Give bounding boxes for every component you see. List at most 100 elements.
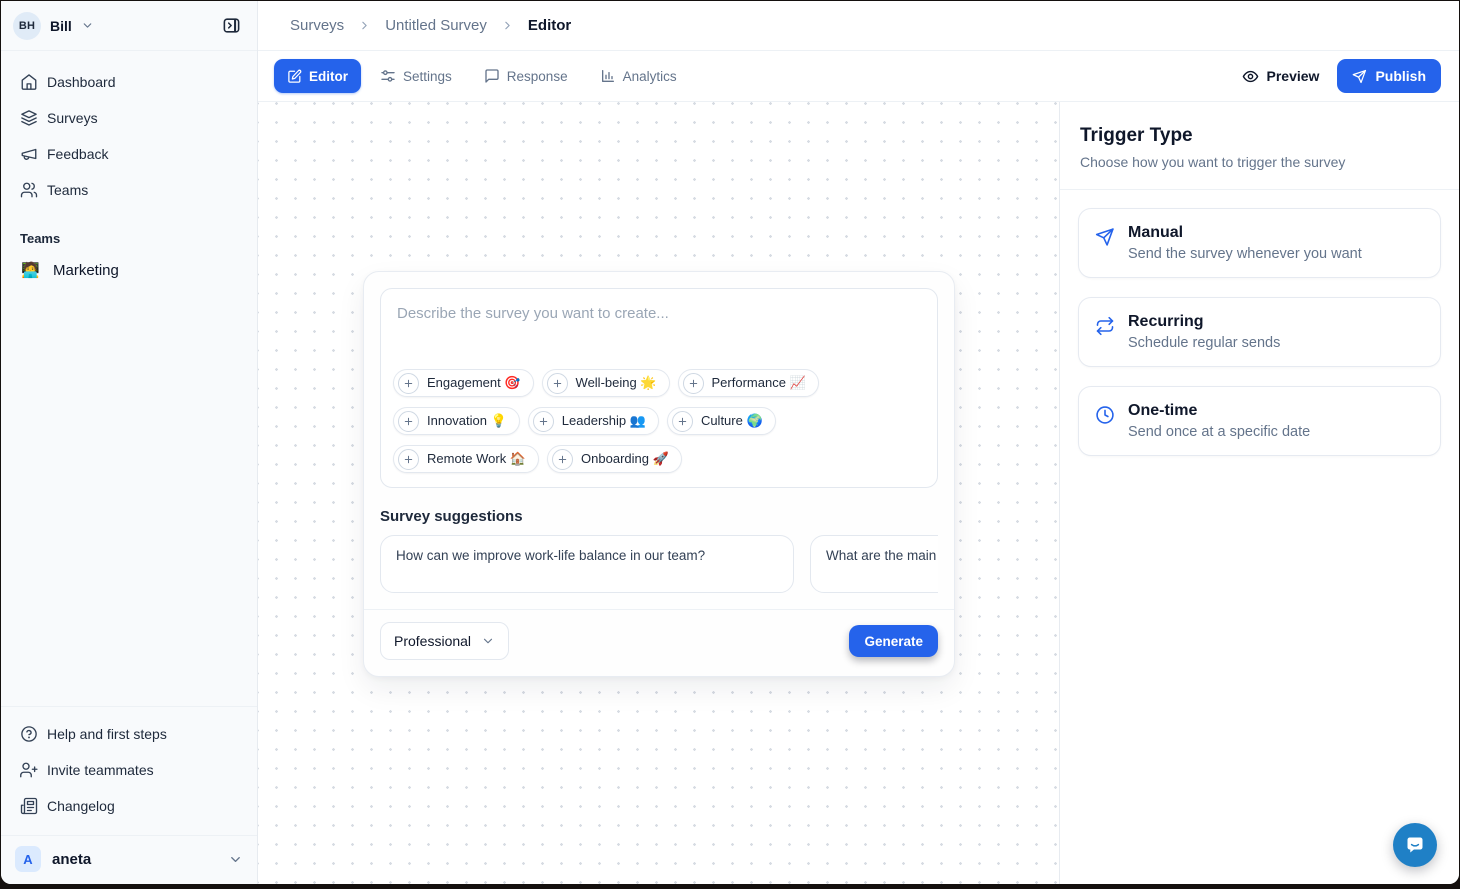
editor-tabs: Editor Settings Response Analytics (274, 59, 690, 93)
publish-label: Publish (1375, 68, 1426, 84)
chip-label: Performance 📈 (712, 375, 806, 391)
tone-select[interactable]: Professional (380, 622, 509, 660)
panel-collapse-icon (222, 16, 241, 35)
newspaper-icon (20, 797, 38, 815)
sidebar-item-label: Dashboard (47, 74, 116, 90)
trigger-option-recurring[interactable]: Recurring Schedule regular sends (1078, 297, 1441, 367)
sidebar-item-team-marketing[interactable]: 🧑‍💻 Marketing (13, 252, 245, 288)
workspace-name: Bill (50, 18, 72, 34)
tab-label: Analytics (623, 69, 677, 84)
publish-button[interactable]: Publish (1337, 59, 1441, 93)
prompt-box: Engagement 🎯 Well-being 🌟 Performance 📈 (380, 288, 938, 488)
panel-header: Trigger Type Choose how you want to trig… (1060, 102, 1459, 190)
chat-launcher-button[interactable] (1393, 823, 1437, 867)
editor-canvas[interactable]: Engagement 🎯 Well-being 🌟 Performance 📈 (258, 102, 1059, 884)
help-circle-icon (20, 725, 38, 743)
trigger-option-title: Manual (1128, 224, 1362, 242)
trigger-option-text: Recurring Schedule regular sends (1128, 313, 1280, 351)
account-name: aneta (52, 851, 217, 868)
account-avatar: A (15, 846, 41, 872)
repeat-icon (1095, 316, 1115, 351)
sidebar-item-label: Feedback (47, 146, 108, 162)
pencil-square-icon (287, 69, 302, 84)
sidebar-spacer (1, 288, 257, 706)
sidebar-item-label: Surveys (47, 110, 98, 126)
sidebar-item-surveys[interactable]: Surveys (13, 101, 245, 135)
sidebar: BH Bill Dashboard Surveys (1, 1, 258, 884)
tab-response[interactable]: Response (471, 59, 581, 93)
topic-chips: Engagement 🎯 Well-being 🌟 Performance 📈 (393, 369, 925, 473)
chat-smile-icon (1403, 833, 1427, 857)
tab-label: Response (507, 69, 568, 84)
sidebar-item-label: Help and first steps (47, 726, 167, 742)
tab-analytics[interactable]: Analytics (587, 59, 690, 93)
sidebar-item-changelog[interactable]: Changelog (13, 789, 245, 823)
chevron-down-icon (481, 634, 495, 648)
sidebar-item-label: Changelog (47, 798, 115, 814)
plus-icon (672, 411, 693, 432)
trigger-option-one-time[interactable]: One-time Send once at a specific date (1078, 386, 1441, 456)
preview-button[interactable]: Preview (1242, 68, 1320, 85)
topic-chip-innovation[interactable]: Innovation 💡 (393, 407, 520, 435)
generate-button[interactable]: Generate (849, 625, 938, 657)
sidebar-item-feedback[interactable]: Feedback (13, 137, 245, 171)
account-menu[interactable]: A aneta (1, 835, 257, 884)
users-icon (20, 181, 38, 199)
trigger-option-description: Send the survey whenever you want (1128, 246, 1362, 262)
chip-label: Onboarding 🚀 (581, 451, 669, 467)
topic-chip-remote-work[interactable]: Remote Work 🏠 (393, 445, 539, 473)
tab-label: Editor (309, 69, 348, 84)
toolbar: Editor Settings Response Analytics (258, 51, 1459, 102)
sidebar-footer: Help and first steps Invite teammates Ch… (1, 706, 257, 835)
sidebar-item-label: Invite teammates (47, 762, 154, 778)
topic-chip-culture[interactable]: Culture 🌍 (667, 407, 776, 435)
survey-composer-card: Engagement 🎯 Well-being 🌟 Performance 📈 (363, 271, 955, 677)
panel-title: Trigger Type (1080, 125, 1439, 147)
sidebar-item-help[interactable]: Help and first steps (13, 717, 245, 751)
trigger-option-manual[interactable]: Manual Send the survey whenever you want (1078, 208, 1441, 278)
breadcrumb-untitled-survey[interactable]: Untitled Survey (385, 17, 487, 34)
chevron-down-icon (228, 852, 243, 867)
home-icon (20, 73, 38, 91)
team-name: Marketing (53, 262, 119, 279)
suggestions-title: Survey suggestions (380, 508, 938, 525)
workspace: Engagement 🎯 Well-being 🌟 Performance 📈 (258, 102, 1459, 884)
user-plus-icon (20, 761, 38, 779)
topic-chip-engagement[interactable]: Engagement 🎯 (393, 369, 534, 397)
tab-settings[interactable]: Settings (367, 59, 465, 93)
chevron-right-icon (358, 19, 371, 32)
panel-subtitle: Choose how you want to trigger the surve… (1080, 154, 1439, 170)
sidebar-item-teams[interactable]: Teams (13, 173, 245, 207)
tone-selected-value: Professional (394, 633, 471, 649)
plus-icon (683, 373, 704, 394)
tab-editor[interactable]: Editor (274, 59, 361, 93)
topic-chip-onboarding[interactable]: Onboarding 🚀 (547, 445, 682, 473)
breadcrumb-editor: Editor (528, 17, 571, 34)
survey-description-input[interactable] (393, 303, 925, 363)
chip-label: Engagement 🎯 (427, 375, 521, 391)
chevron-down-icon (81, 19, 94, 32)
topic-chip-leadership[interactable]: Leadership 👥 (528, 407, 659, 435)
chip-label: Culture 🌍 (701, 413, 763, 429)
workspace-switcher[interactable]: BH Bill (13, 12, 94, 40)
topic-chip-well-being[interactable]: Well-being 🌟 (542, 369, 670, 397)
clock-icon (1095, 405, 1115, 440)
tab-label: Settings (403, 69, 452, 84)
sidebar-collapse-button[interactable] (217, 12, 245, 40)
sidebar-item-dashboard[interactable]: Dashboard (13, 65, 245, 99)
workspace-avatar: BH (13, 12, 41, 40)
sidebar-item-invite-teammates[interactable]: Invite teammates (13, 753, 245, 787)
topic-chip-performance[interactable]: Performance 📈 (678, 369, 819, 397)
trigger-option-title: Recurring (1128, 313, 1280, 331)
chip-label: Remote Work 🏠 (427, 451, 526, 467)
trigger-options: Manual Send the survey whenever you want… (1060, 190, 1459, 474)
breadcrumb-surveys[interactable]: Surveys (290, 17, 344, 34)
trigger-type-panel: Trigger Type Choose how you want to trig… (1059, 102, 1459, 884)
layers-icon (20, 109, 38, 127)
chip-label: Innovation 💡 (427, 413, 507, 429)
plus-icon (547, 373, 568, 394)
suggestion-card[interactable]: How can we improve work-life balance in … (380, 535, 794, 593)
chip-label: Leadership 👥 (562, 413, 646, 429)
teams-section-label: Teams (1, 217, 257, 252)
suggestion-card[interactable]: What are the main ob (810, 535, 938, 593)
